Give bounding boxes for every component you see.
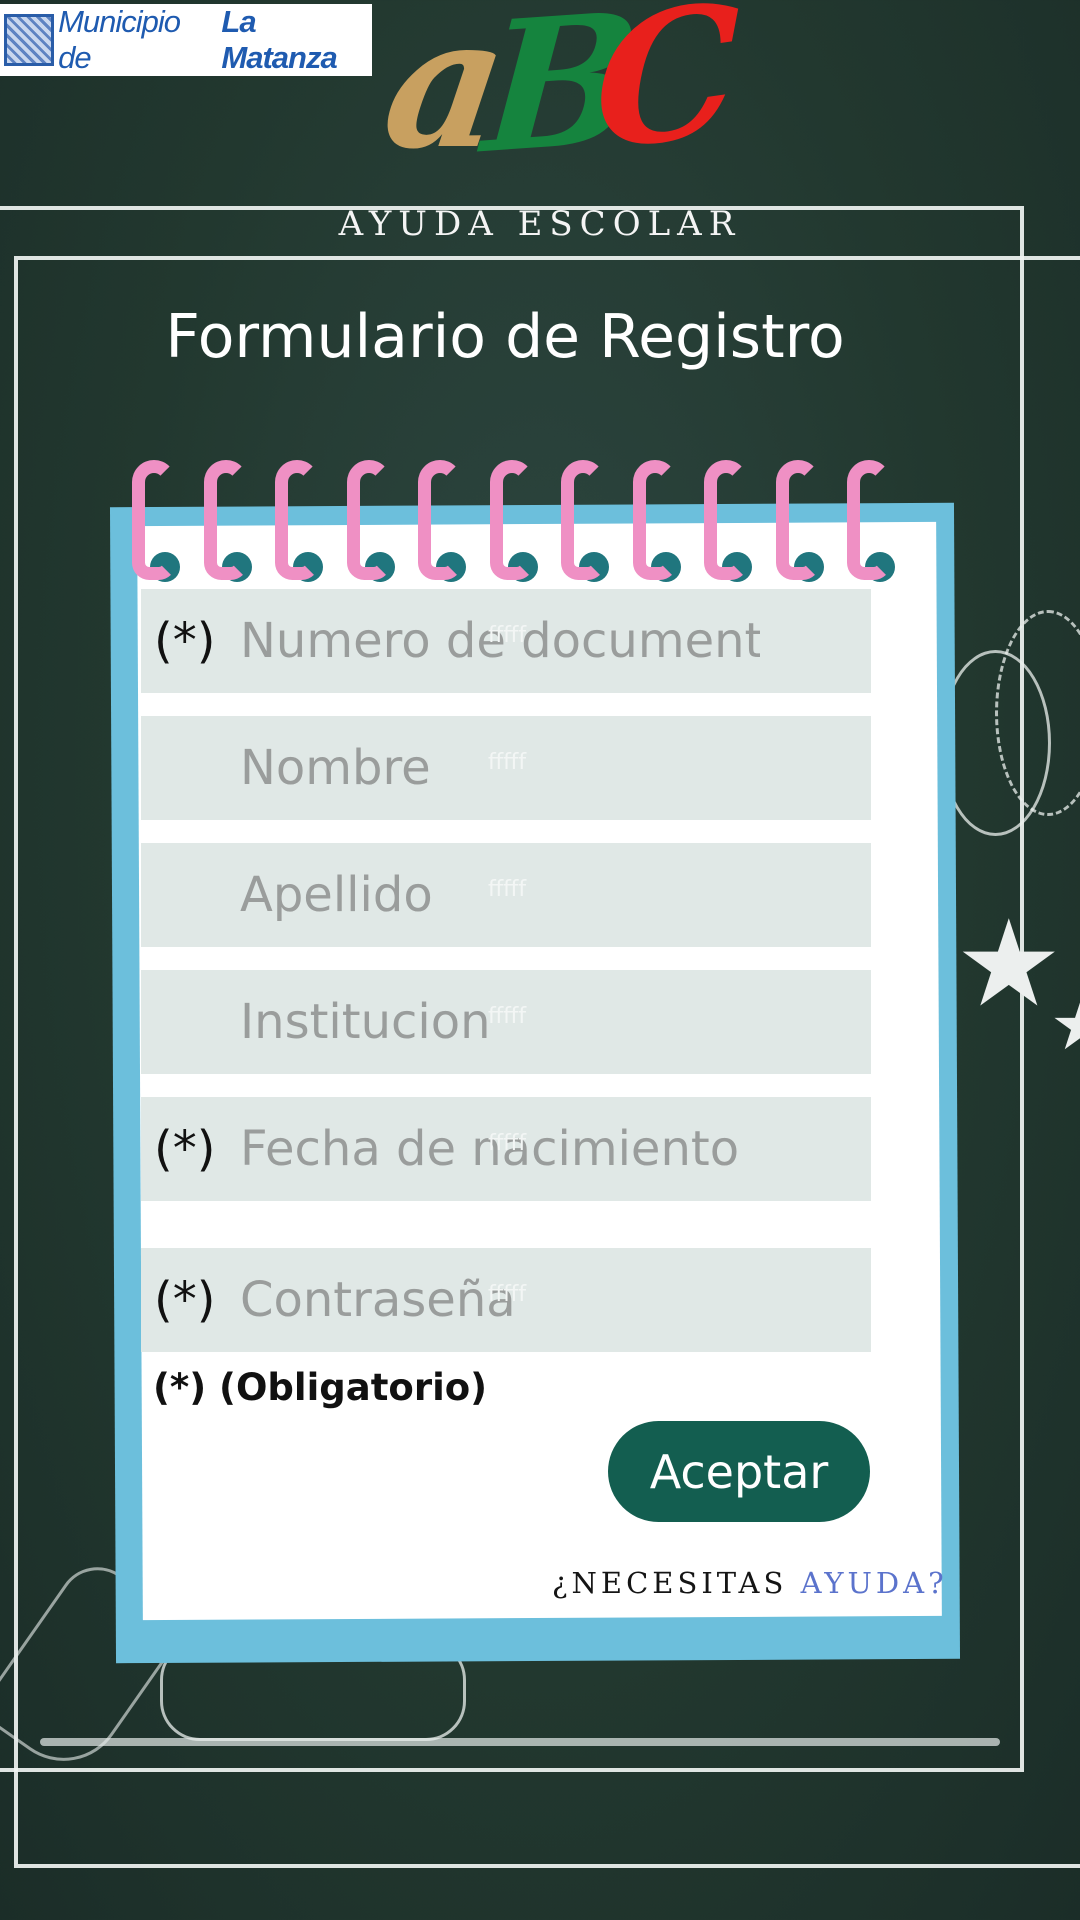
spiral-ring bbox=[346, 460, 403, 584]
star-doodle: ★ bbox=[955, 895, 1063, 1034]
spiral-ring bbox=[561, 460, 617, 584]
spiral-rings bbox=[132, 460, 932, 590]
help-text: ¿NECESITAS AYUDA? bbox=[552, 1566, 948, 1600]
last-name-field: fffff bbox=[141, 843, 871, 947]
required-marker: (*) bbox=[154, 613, 216, 669]
brand-subtitle: AYUDA ESCOLAR bbox=[338, 204, 742, 244]
mandatory-note: (*) (Obligatorio) bbox=[153, 1366, 488, 1409]
ring-loop bbox=[561, 460, 605, 580]
spiral-ring bbox=[847, 460, 903, 584]
ring-loop bbox=[775, 460, 820, 580]
password-field: (*) fffff bbox=[141, 1248, 871, 1352]
ring-loop bbox=[132, 460, 176, 580]
help-prefix: ¿NECESITAS bbox=[552, 1566, 788, 1600]
brand-letter-c: C bbox=[595, 0, 740, 192]
document-number-field: (*)fffff bbox=[141, 589, 871, 693]
spiral-ring bbox=[632, 460, 689, 584]
ring-loop bbox=[704, 460, 748, 580]
required-marker: (*) bbox=[154, 1121, 216, 1177]
page-title: Formulario de Registro bbox=[165, 302, 845, 372]
ring-loop bbox=[203, 460, 248, 580]
ring-loop bbox=[632, 460, 677, 580]
last-name-input[interactable] bbox=[240, 867, 760, 923]
spiral-ring bbox=[418, 460, 474, 584]
institution-input[interactable] bbox=[240, 994, 760, 1050]
help-link[interactable]: AYUDA? bbox=[801, 1566, 948, 1600]
chalk-ground-line bbox=[40, 1738, 1000, 1746]
ring-loop bbox=[346, 460, 391, 580]
ring-loop bbox=[418, 460, 462, 580]
star-doodle-small: ★ bbox=[1050, 990, 1080, 1060]
institution-field: fffff bbox=[141, 970, 871, 1074]
abc-brand-logo: a B C bbox=[373, 0, 740, 200]
spiral-ring bbox=[275, 460, 331, 584]
document-number-input[interactable] bbox=[240, 613, 760, 669]
required-marker: (*) bbox=[154, 1272, 216, 1328]
spiral-ring bbox=[132, 460, 188, 584]
birth-date-field: (*)fffff bbox=[141, 1097, 871, 1201]
ring-loop bbox=[489, 460, 534, 580]
accept-button[interactable]: Aceptar bbox=[608, 1421, 870, 1522]
ring-loop bbox=[847, 460, 891, 580]
password-input[interactable] bbox=[240, 1272, 760, 1328]
spiral-ring bbox=[203, 460, 260, 584]
logo-text-bold: La Matanza bbox=[221, 4, 337, 75]
ring-loop bbox=[275, 460, 319, 580]
spiral-ring bbox=[704, 460, 760, 584]
spiral-ring bbox=[775, 460, 832, 584]
first-name-input[interactable] bbox=[240, 740, 760, 796]
spiral-ring bbox=[489, 460, 546, 584]
crest-icon bbox=[4, 14, 55, 66]
logo-text-light: Municipio de bbox=[58, 4, 181, 75]
birth-date-input[interactable] bbox=[240, 1121, 760, 1177]
first-name-field: fffff bbox=[141, 716, 871, 820]
municipio-logo: Municipio de La Matanza bbox=[0, 4, 372, 76]
